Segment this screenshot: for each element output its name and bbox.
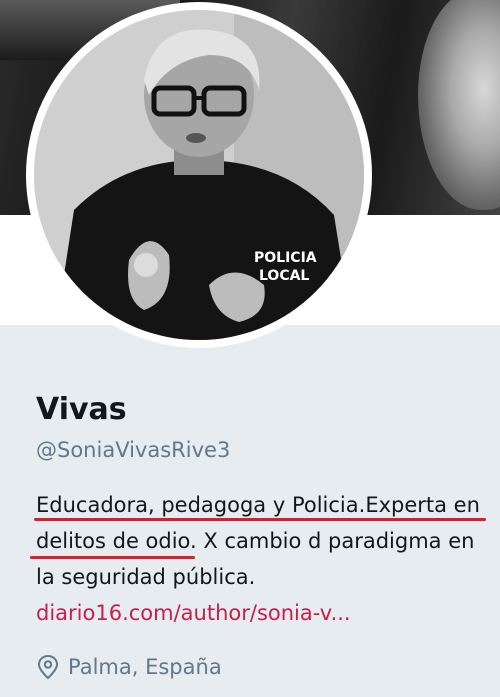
location-pin-icon bbox=[37, 654, 59, 680]
location-text: Palma, España bbox=[68, 655, 222, 679]
avatar-photo: POLICIA LOCAL bbox=[34, 10, 364, 340]
banner-ear-shape bbox=[418, 0, 500, 210]
bio-line-2: delitos de odio. X cambio d paradigma en bbox=[36, 529, 475, 553]
bio-line-3: la seguridad pública. bbox=[36, 565, 256, 589]
highlight-underline-1 bbox=[34, 518, 486, 521]
profile-bio: Educadora, pedagoga y Policia.Experta en… bbox=[36, 487, 496, 631]
profile-location: Palma, España bbox=[36, 654, 222, 680]
bio-link[interactable]: diario16.com/author/sonia-v... bbox=[36, 601, 351, 625]
avatar-illustration: POLICIA LOCAL bbox=[34, 10, 364, 340]
profile-handle[interactable]: @SoniaVivasRive3 bbox=[36, 438, 230, 462]
profile-name: Vivas bbox=[36, 392, 127, 427]
avatar-badge-line2: LOCAL bbox=[259, 268, 309, 284]
avatar-badge-line1: POLICIA bbox=[254, 250, 317, 266]
highlight-underline-2 bbox=[30, 556, 195, 559]
profile-avatar[interactable]: POLICIA LOCAL bbox=[26, 2, 372, 348]
